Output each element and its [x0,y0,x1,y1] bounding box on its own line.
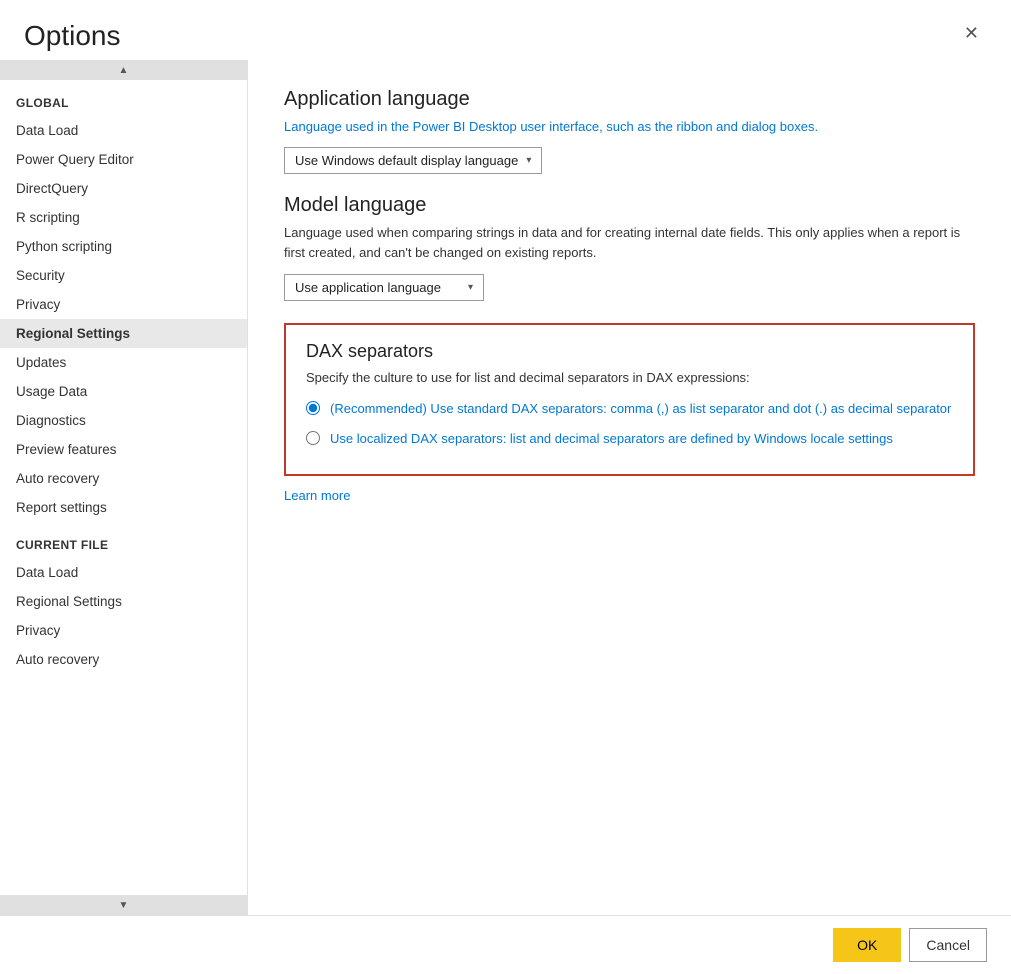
app-language-dropdown-arrow: ▾ [526,155,531,166]
scroll-down-arrow[interactable]: ▼ [0,895,247,915]
dialog-footer: OK Cancel [0,915,1011,974]
sidebar-item-security[interactable]: Security [0,261,247,290]
current-file-section-header: CURRENT FILE [0,522,247,558]
sidebar-item-preview-features[interactable]: Preview features [0,435,247,464]
app-language-dropdown[interactable]: Use Windows default display language ▾ [284,147,542,174]
sidebar-item-data-load[interactable]: Data Load [0,116,247,145]
sidebar-item-python-scripting[interactable]: Python scripting [0,232,247,261]
app-language-dropdown-value: Use Windows default display language [295,153,518,168]
sidebar-item-r-scripting[interactable]: R scripting [0,203,247,232]
app-language-desc: Language used in the Power BI Desktop us… [284,117,975,137]
sidebar-item-cf-regional-settings[interactable]: Regional Settings [0,587,247,616]
sidebar-item-cf-privacy[interactable]: Privacy [0,616,247,645]
close-button[interactable]: ✕ [956,20,987,46]
dax-separators-title: DAX separators [306,341,953,362]
dax-option2-label: Use localized DAX separators: list and d… [330,429,893,449]
dax-option1-radio[interactable] [306,401,320,415]
model-language-dropdown[interactable]: Use application language ▾ [284,274,484,301]
sidebar: ▲ GLOBAL Data Load Power Query Editor Di… [0,60,248,915]
sidebar-scroll: GLOBAL Data Load Power Query Editor Dire… [0,80,247,895]
sidebar-item-cf-auto-recovery[interactable]: Auto recovery [0,645,247,674]
app-language-title: Application language [284,88,975,111]
sidebar-item-regional-settings[interactable]: Regional Settings [0,319,247,348]
sidebar-item-auto-recovery[interactable]: Auto recovery [0,464,247,493]
sidebar-item-usage-data[interactable]: Usage Data [0,377,247,406]
sidebar-item-report-settings[interactable]: Report settings [0,493,247,522]
model-language-desc: Language used when comparing strings in … [284,223,975,265]
model-language-dropdown-arrow: ▾ [468,282,473,293]
app-language-section: Application language Language used in th… [284,88,975,174]
main-content: Application language Language used in th… [248,60,1011,915]
dax-option1: (Recommended) Use standard DAX separator… [306,399,953,419]
dialog-header: Options ✕ [0,0,1011,60]
sidebar-item-power-query-editor[interactable]: Power Query Editor [0,145,247,174]
dax-option1-label: (Recommended) Use standard DAX separator… [330,399,951,419]
model-language-section: Model language Language used when compar… [284,194,975,302]
sidebar-item-diagnostics[interactable]: Diagnostics [0,406,247,435]
model-language-dropdown-value: Use application language [295,280,441,295]
dialog-title: Options [24,20,121,52]
global-section-header: GLOBAL [0,80,247,116]
dax-option2-radio[interactable] [306,431,320,445]
sidebar-item-directquery[interactable]: DirectQuery [0,174,247,203]
learn-more-link[interactable]: Learn more [284,488,350,503]
model-language-title: Model language [284,194,975,217]
dax-option2: Use localized DAX separators: list and d… [306,429,953,449]
sidebar-item-updates[interactable]: Updates [0,348,247,377]
dax-separators-desc: Specify the culture to use for list and … [306,370,953,385]
scroll-up-arrow[interactable]: ▲ [0,60,247,80]
sidebar-item-cf-data-load[interactable]: Data Load [0,558,247,587]
dialog-body: ▲ GLOBAL Data Load Power Query Editor Di… [0,60,1011,915]
ok-button[interactable]: OK [833,928,901,962]
options-dialog: Options ✕ ▲ GLOBAL Data Load Power Query… [0,0,1011,974]
cancel-button[interactable]: Cancel [909,928,987,962]
dax-separators-section: DAX separators Specify the culture to us… [284,323,975,476]
sidebar-item-privacy[interactable]: Privacy [0,290,247,319]
